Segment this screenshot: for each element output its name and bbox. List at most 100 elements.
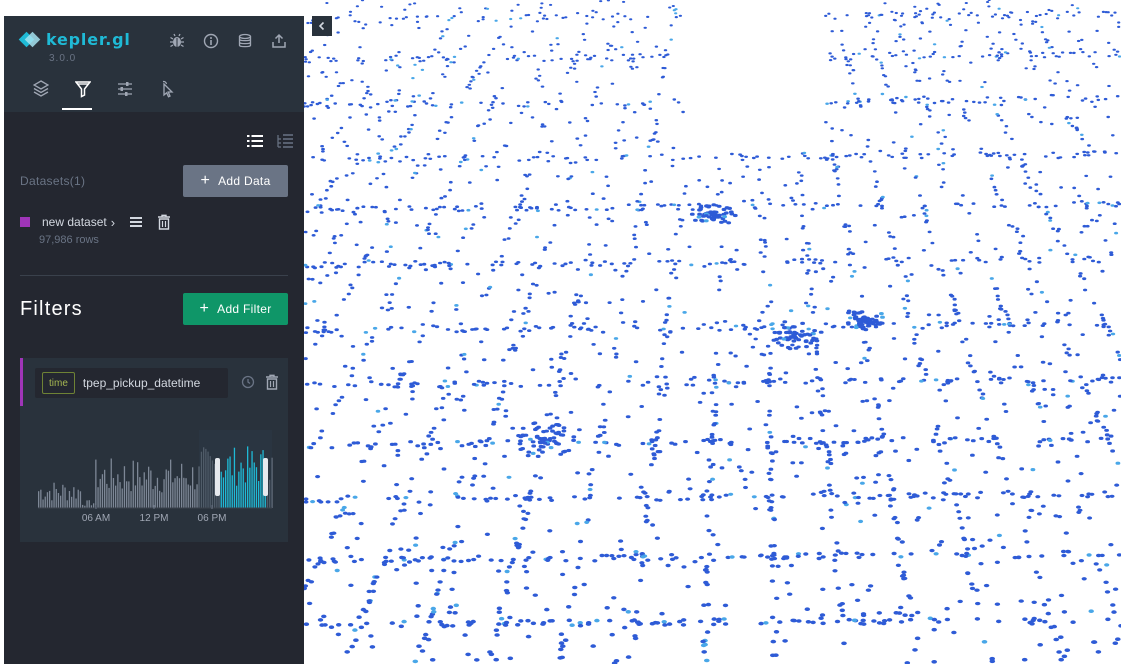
map-point xyxy=(590,103,595,107)
map-point xyxy=(771,551,777,556)
map-point xyxy=(886,618,893,622)
tab-layers[interactable] xyxy=(20,80,62,110)
map-point xyxy=(352,495,358,499)
map-point xyxy=(1055,460,1061,464)
map-point xyxy=(304,60,308,63)
map-point xyxy=(769,564,775,568)
chevron-right-icon[interactable]: › xyxy=(111,215,115,230)
map-point xyxy=(566,177,571,181)
trash-icon[interactable] xyxy=(157,214,171,230)
map-point xyxy=(625,610,631,614)
map-point xyxy=(769,493,775,497)
map-point xyxy=(520,526,526,530)
map-point xyxy=(490,263,495,267)
axis-label: 12 PM xyxy=(140,513,169,524)
list-view-button[interactable] xyxy=(240,133,270,149)
map-point xyxy=(1108,543,1114,547)
map-point xyxy=(703,219,709,223)
map-point xyxy=(1110,449,1115,453)
map-point xyxy=(376,430,382,434)
map-point xyxy=(561,429,567,433)
time-histogram[interactable]: 06 AM 12 PM 06 PM xyxy=(20,414,288,534)
map-point xyxy=(1067,30,1071,33)
map-point xyxy=(848,251,853,254)
map-point xyxy=(394,568,400,572)
map-point xyxy=(987,538,993,542)
map-point xyxy=(802,151,807,155)
map-point xyxy=(952,153,956,156)
map-point xyxy=(703,214,709,218)
map-point xyxy=(1115,461,1121,465)
map-point xyxy=(387,110,391,113)
map-point xyxy=(846,311,851,315)
map-point xyxy=(894,11,898,15)
map-point xyxy=(527,329,532,332)
map-point xyxy=(1034,20,1038,23)
map-point xyxy=(655,122,659,126)
map-point xyxy=(852,270,857,273)
map-point xyxy=(507,348,512,352)
map-point xyxy=(767,384,772,388)
add-filter-button[interactable]: + Add Filter xyxy=(183,293,288,325)
map-point xyxy=(479,168,484,172)
show-data-table-icon[interactable] xyxy=(129,216,143,228)
map-point xyxy=(549,357,554,361)
histogram-bar xyxy=(71,496,73,508)
map-point xyxy=(697,619,704,624)
map-point xyxy=(634,136,639,139)
add-data-button[interactable]: + Add Data xyxy=(183,165,288,197)
database-icon[interactable] xyxy=(228,32,262,50)
map-point xyxy=(1021,234,1026,238)
map-point xyxy=(525,511,531,515)
info-icon[interactable] xyxy=(194,32,228,50)
map-point xyxy=(406,548,412,552)
map-point xyxy=(936,349,941,353)
map-point xyxy=(502,384,507,388)
map-point xyxy=(394,17,399,20)
tab-filters[interactable] xyxy=(62,80,104,110)
map-point xyxy=(763,241,768,244)
map-point xyxy=(1103,580,1109,584)
map-point xyxy=(652,456,657,461)
map-point xyxy=(1065,10,1069,13)
map-point xyxy=(606,184,610,188)
range-handle-right[interactable] xyxy=(263,458,268,496)
map-point xyxy=(1111,408,1117,412)
range-handle-left[interactable] xyxy=(215,458,220,496)
map-point xyxy=(1016,95,1021,99)
map-point xyxy=(1001,378,1006,381)
tab-interactions[interactable] xyxy=(104,80,146,110)
map-point xyxy=(998,154,1002,158)
dataset-item[interactable]: new dataset › xyxy=(20,214,171,230)
map-point xyxy=(330,136,335,139)
collapse-sidebar-button[interactable] xyxy=(312,16,332,36)
map-point xyxy=(912,49,916,52)
map-canvas[interactable] xyxy=(304,0,1121,664)
share-icon[interactable] xyxy=(262,32,296,50)
map-point xyxy=(454,397,460,401)
map-point xyxy=(651,453,657,457)
map-point xyxy=(1029,59,1033,62)
map-point xyxy=(768,283,773,287)
tab-base-map[interactable] xyxy=(146,80,188,110)
bug-icon[interactable] xyxy=(160,32,194,50)
tree-view-button[interactable] xyxy=(270,133,300,149)
clock-icon[interactable] xyxy=(236,374,260,390)
map-point xyxy=(1000,545,1007,550)
map-point xyxy=(593,440,598,444)
map-point xyxy=(898,33,902,36)
map-point xyxy=(714,156,718,159)
map-point xyxy=(882,74,886,77)
field-selector[interactable]: time tpep_pickup_datetime xyxy=(35,368,228,398)
map-point xyxy=(1094,219,1099,223)
trash-icon[interactable] xyxy=(260,374,284,390)
map-point xyxy=(927,115,932,118)
map-point xyxy=(417,94,421,97)
map-point xyxy=(839,602,845,606)
map-point xyxy=(969,586,976,591)
map-point xyxy=(563,262,568,266)
map-point xyxy=(672,268,677,271)
map-point xyxy=(598,264,603,267)
map-point xyxy=(676,101,681,104)
map-point xyxy=(1080,133,1084,136)
